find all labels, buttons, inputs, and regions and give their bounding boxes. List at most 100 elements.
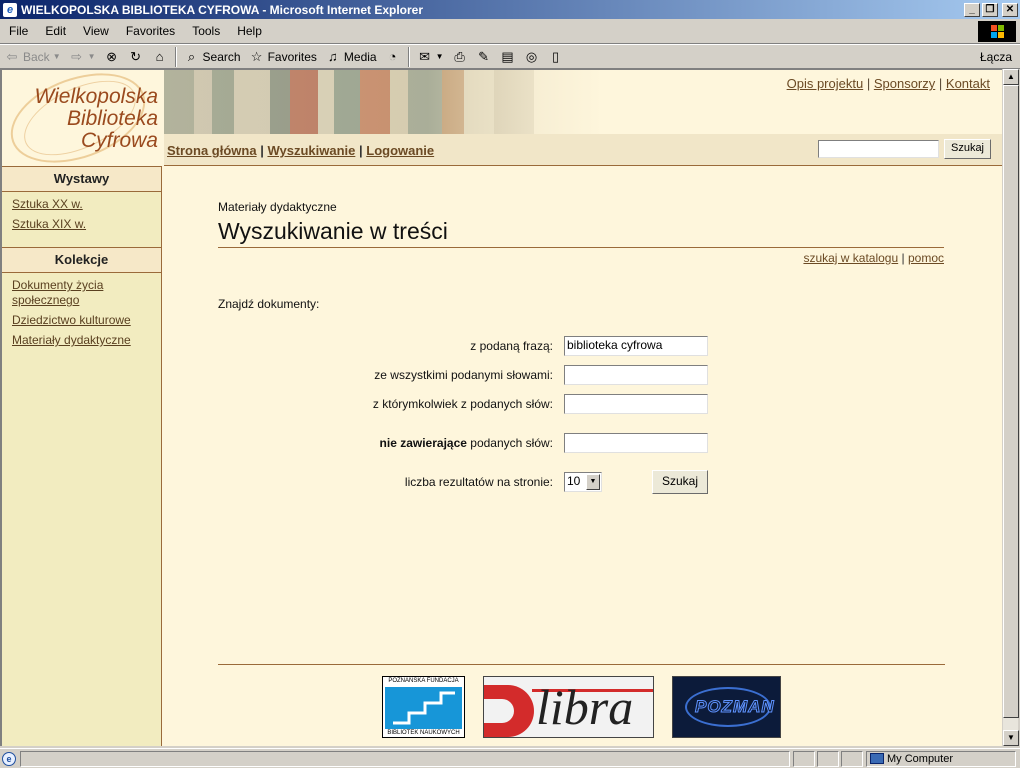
forward-dropdown-icon[interactable]: ▼: [88, 52, 96, 61]
link-help[interactable]: pomoc: [908, 251, 944, 265]
link-search-catalog[interactable]: szukaj w katalogu: [803, 251, 898, 265]
favorites-label: Favorites: [267, 49, 317, 64]
media-button[interactable]: ♫ Media: [321, 46, 381, 68]
link-project-description[interactable]: Opis projektu: [787, 76, 864, 91]
link-separator: |: [866, 76, 871, 91]
pozman-text: POZMAN: [695, 697, 775, 717]
phrase-input[interactable]: biblioteka cyfrowa: [564, 336, 708, 356]
scroll-up-arrow-icon[interactable]: ▲: [1003, 69, 1019, 85]
form-row-any-words: z którymkolwiek z podanych słów:: [218, 394, 718, 414]
fundacja-bottom-text: BIBLIOTEK NAUKOWYCH: [387, 730, 460, 736]
sidebar-collections-list: Dokumenty życia społecznego Dziedzictwo …: [2, 273, 161, 363]
fundacja-top-text: POZNAŃSKA FUNDACJA: [388, 678, 459, 684]
site-logo[interactable]: Wielkopolska Biblioteka Cyfrowa: [2, 70, 162, 180]
logo-line-2: Biblioteka: [66, 107, 158, 130]
menu-view[interactable]: View: [74, 24, 117, 38]
sidebar-exhibitions-list: Sztuka XX w. Sztuka XIX w.: [2, 192, 161, 247]
refresh-button[interactable]: ↻: [124, 46, 148, 68]
home-icon: ⌂: [155, 48, 164, 64]
header-search-button[interactable]: Szukaj: [944, 139, 991, 159]
nav-search[interactable]: Wyszukiwanie: [267, 143, 355, 158]
standard-toolbar: ⇦ Back ▼ ⇨ ▼ ⊗ ↻ ⌂ ⌕ Search ☆ Favorites …: [0, 44, 1020, 69]
results-per-page-value: 10: [567, 474, 581, 488]
sidebar-item-cultural-heritage[interactable]: Dziedzictwo kulturowe: [12, 313, 152, 328]
minimize-button[interactable]: _: [964, 2, 980, 17]
link-separator: |: [938, 76, 943, 91]
internet-explorer-icon: e: [3, 2, 17, 17]
scrollbar-thumb[interactable]: [1003, 85, 1019, 718]
sponsor-fundacja-logo[interactable]: POZNAŃSKA FUNDACJA BIBLIOTEK NAUKOWYCH: [382, 676, 465, 738]
history-button[interactable]: ◔: [381, 46, 405, 68]
menu-bar: File Edit View Favorites Tools Help: [0, 19, 1020, 44]
sidebar-item-teaching-materials[interactable]: Materiały dydaktyczne: [12, 333, 152, 348]
back-arrow-icon: ⇦: [6, 48, 18, 64]
none-words-label: nie zawierające podanych słów:: [380, 436, 553, 450]
phrase-label: z podaną frazą:: [470, 339, 553, 353]
edit-button[interactable]: ✎: [472, 46, 496, 68]
spss-icon: ◎: [525, 48, 538, 64]
stop-button[interactable]: ⊗: [100, 46, 124, 68]
maximize-button[interactable]: ❐: [982, 2, 998, 17]
find-documents-label: Znajdź dokumenty:: [218, 297, 320, 311]
close-button[interactable]: ✕: [1002, 2, 1018, 17]
page-status-icon: e: [2, 752, 16, 766]
menu-tools[interactable]: Tools: [183, 24, 228, 38]
search-button[interactable]: ⌕ Search: [180, 46, 245, 68]
main-content: Materiały dydaktyczne Wyszukiwanie w tre…: [218, 200, 944, 311]
none-words-bold: nie zawierające: [379, 436, 467, 450]
messenger-icon: ▯: [551, 48, 560, 64]
refresh-icon: ↻: [130, 48, 141, 64]
sidebar-item-art-19th[interactable]: Sztuka XIX w.: [12, 217, 152, 232]
main-nav: Strona główna | Wyszukiwanie | Logowanie: [167, 143, 434, 158]
nav-login[interactable]: Logowanie: [366, 143, 434, 158]
window-titlebar[interactable]: e WIELKOPOLSKA BIBLIOTEKA CYFROWA - Micr…: [0, 0, 1020, 19]
my-computer-icon: [870, 753, 884, 764]
toolbar-separator: [407, 46, 410, 67]
all-words-label: ze wszystkimi podanymi słowami:: [374, 368, 553, 382]
security-zone: My Computer: [866, 751, 1016, 767]
sponsor-pozman-logo[interactable]: POZMAN: [672, 676, 781, 738]
results-per-page-select[interactable]: 10 ▼: [564, 472, 602, 492]
forward-button[interactable]: ⇨ ▼: [65, 46, 100, 68]
back-button[interactable]: ⇦ Back ▼: [0, 46, 65, 68]
media-label: Media: [343, 49, 377, 64]
print-button[interactable]: ⎙: [448, 46, 472, 68]
sponsor-dlibra-logo[interactable]: libra: [483, 676, 654, 738]
toolbar-separator: [174, 46, 177, 67]
favorites-button[interactable]: ☆ Favorites: [245, 46, 321, 68]
none-words-input[interactable]: [564, 433, 708, 453]
home-button[interactable]: ⌂: [148, 46, 172, 68]
back-dropdown-icon[interactable]: ▼: [53, 52, 61, 61]
status-cell: [817, 751, 839, 767]
any-words-input[interactable]: [564, 394, 708, 414]
search-submit-button[interactable]: Szukaj: [652, 470, 708, 494]
all-words-input[interactable]: [564, 365, 708, 385]
link-contact[interactable]: Kontakt: [946, 76, 990, 91]
mail-button[interactable]: ✉ ▼: [413, 46, 448, 68]
header-search-input[interactable]: [818, 140, 939, 158]
menu-edit[interactable]: Edit: [36, 24, 74, 38]
menu-file[interactable]: File: [0, 24, 36, 38]
menu-help[interactable]: Help: [228, 24, 270, 38]
nav-home[interactable]: Strona główna: [167, 143, 257, 158]
dlibra-text: libra: [536, 679, 634, 735]
chevron-down-icon[interactable]: ▼: [586, 474, 600, 490]
stop-icon: ⊗: [106, 48, 117, 64]
status-text-cell: [20, 751, 790, 767]
link-sponsors[interactable]: Sponsorzy: [874, 76, 935, 91]
messenger-button[interactable]: ▯: [544, 46, 568, 68]
browser-viewport: Wielkopolska Biblioteka Cyfrowa Opis pro…: [0, 69, 1002, 746]
sidebar-item-art-20th[interactable]: Sztuka XX w.: [12, 197, 152, 212]
mail-dropdown-icon[interactable]: ▼: [436, 52, 444, 61]
menu-favorites[interactable]: Favorites: [117, 24, 183, 38]
scroll-down-arrow-icon[interactable]: ▼: [1003, 730, 1019, 746]
links-toolbar[interactable]: Łącza: [980, 50, 1012, 64]
main-nav-bar: Strona główna | Wyszukiwanie | Logowanie…: [164, 134, 1002, 166]
discuss-button[interactable]: ▤: [496, 46, 520, 68]
vertical-scrollbar[interactable]: ▲ ▼: [1002, 69, 1019, 746]
spss-button[interactable]: ◎: [520, 46, 544, 68]
windows-logo-icon: [978, 21, 1016, 42]
history-icon: ◔: [388, 48, 397, 64]
link-separator: |: [901, 251, 905, 265]
sidebar-item-social-documents[interactable]: Dokumenty życia społecznego: [12, 278, 152, 308]
